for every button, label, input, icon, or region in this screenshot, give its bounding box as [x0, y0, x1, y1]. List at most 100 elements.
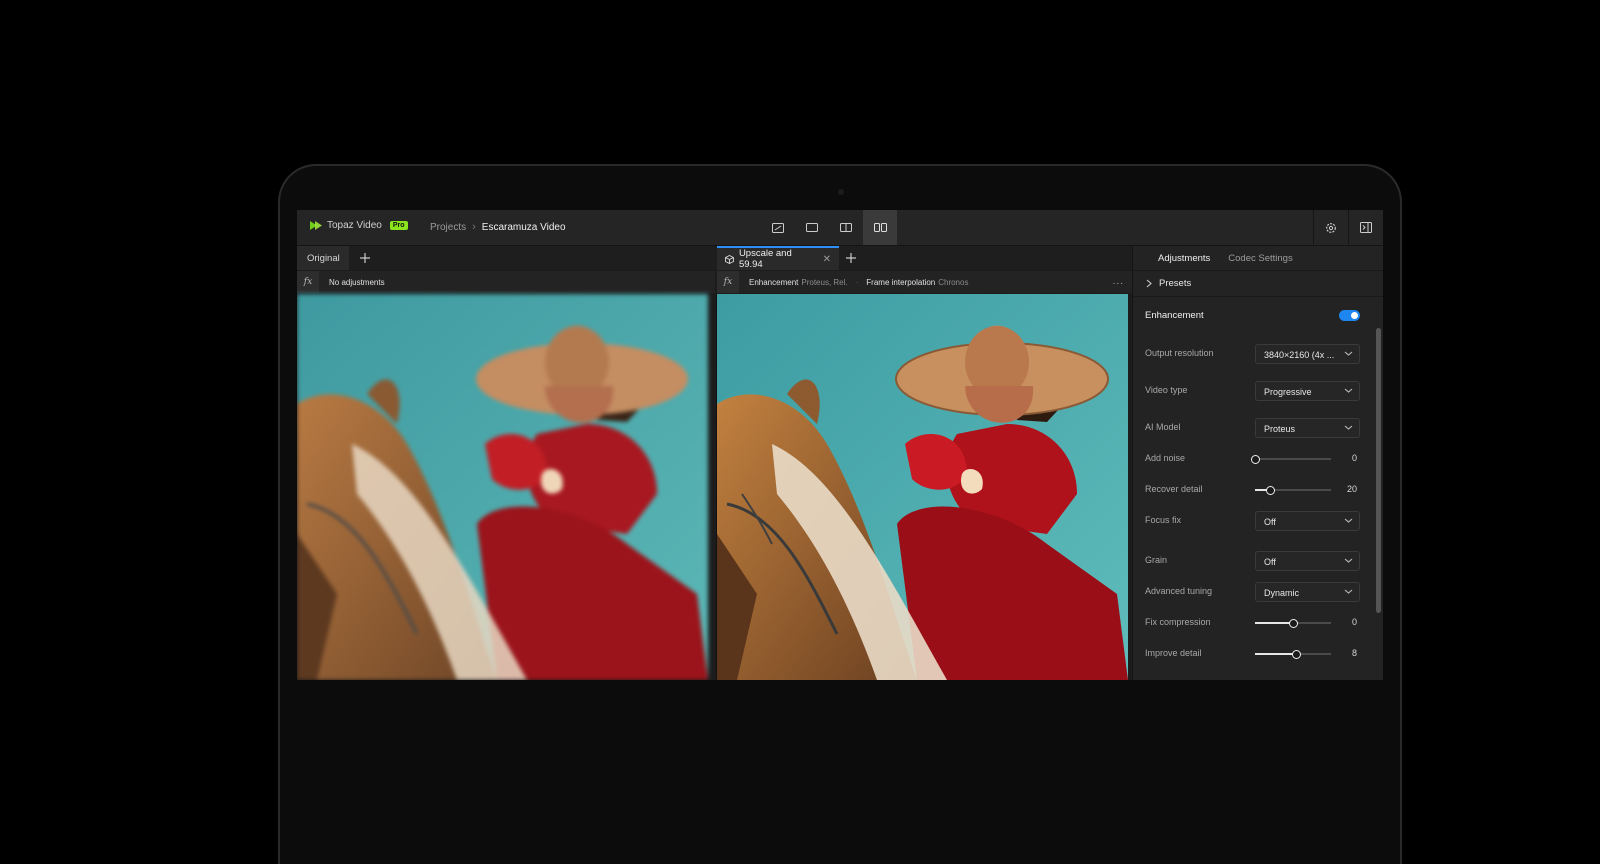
improve-detail-label: Improve detail: [1145, 648, 1202, 658]
video-type-row: Video type Progressive: [1145, 381, 1360, 401]
breadcrumb: Projects › Escaramuza Video: [430, 221, 566, 233]
grain-select[interactable]: Off: [1255, 551, 1360, 571]
add-noise-label: Add noise: [1145, 453, 1186, 463]
advanced-tuning-label: Advanced tuning: [1145, 586, 1213, 596]
app-name: Topaz Video: [327, 220, 382, 231]
enhancement-chip-value: Proteus, Rel.: [801, 277, 848, 287]
enhanced-preview[interactable]: [717, 294, 1128, 680]
add-noise-slider[interactable]: [1250, 454, 1331, 464]
output-resolution-label: Output resolution: [1145, 348, 1214, 358]
frame-interp-chip-label[interactable]: Frame interpolation: [866, 278, 935, 287]
focus-fix-label: Focus fix: [1145, 515, 1182, 525]
focus-fix-select[interactable]: Off: [1255, 511, 1360, 531]
cube-icon: [725, 254, 734, 264]
recover-detail-slider[interactable]: [1255, 485, 1331, 495]
view-mode-group: [761, 210, 897, 245]
video-type-select[interactable]: Progressive: [1255, 381, 1360, 401]
split-view-icon: [840, 223, 852, 232]
fix-compression-slider-handle[interactable]: [1288, 618, 1298, 628]
settings-button[interactable]: [1313, 210, 1348, 245]
grain-value: Off: [1264, 557, 1276, 567]
output-resolution-value: 3840×2160 (4x ...: [1264, 350, 1335, 360]
ai-model-select[interactable]: Proteus: [1255, 418, 1360, 438]
improve-detail-row: Improve detail 8: [1145, 644, 1360, 664]
improve-detail-slider[interactable]: [1255, 649, 1331, 659]
fx-icon[interactable]: fx: [297, 271, 319, 293]
advanced-tuning-select[interactable]: Dynamic: [1255, 582, 1360, 602]
chevron-down-icon: [1344, 518, 1353, 523]
chevron-down-icon: [1344, 388, 1353, 393]
grain-label: Grain: [1145, 555, 1168, 565]
view-mode-split[interactable]: [829, 210, 863, 245]
advanced-tuning-value: Dynamic: [1264, 588, 1300, 598]
presets-toggle[interactable]: Presets: [1133, 271, 1383, 297]
title-bar: Topaz Video Pro Projects › Escaramuza Vi…: [297, 210, 1383, 246]
chevron-down-icon: [1344, 589, 1353, 594]
rider-frame-original: [297, 294, 708, 680]
view-mode-crop[interactable]: [761, 210, 795, 245]
focus-fix-value: Off: [1264, 517, 1276, 527]
frame-interp-chip-value: Chronos: [938, 277, 969, 287]
advanced-tuning-row: Advanced tuning Dynamic: [1145, 582, 1360, 602]
right-adjustments-bar: fx Enhancement Proteus, Rel. · Frame int…: [717, 271, 1132, 293]
tab-upscale-label: Upscale and 59.94: [738, 248, 792, 270]
fix-compression-label: Fix compression: [1145, 617, 1211, 627]
view-mode-side-by-side[interactable]: [863, 210, 897, 245]
side-by-side-view-icon: [873, 223, 887, 232]
tab-codec-settings[interactable]: Codec Settings: [1228, 253, 1292, 264]
tab-adjustments[interactable]: Adjustments: [1158, 253, 1210, 264]
improve-detail-slider-handle[interactable]: [1291, 649, 1301, 659]
title-bar-actions: [1313, 210, 1383, 245]
toggle-knob: [1351, 312, 1358, 319]
tab-original[interactable]: Original: [297, 246, 349, 270]
fx-icon[interactable]: fx: [717, 271, 739, 293]
chevron-down-icon: [1344, 425, 1353, 430]
enhancement-chip-label[interactable]: Enhancement: [749, 278, 798, 287]
add-right-tab-button[interactable]: [840, 246, 862, 270]
view-mode-single[interactable]: [795, 210, 829, 245]
panel-scrollbar[interactable]: [1376, 328, 1381, 613]
recover-detail-slider-handle[interactable]: [1265, 485, 1275, 495]
toggle-panel-button[interactable]: [1348, 210, 1383, 245]
breadcrumb-project-name[interactable]: Escaramuza Video: [482, 222, 566, 233]
recover-detail-label: Recover detail: [1145, 484, 1203, 494]
focus-fix-row: Focus fix Off: [1145, 511, 1360, 531]
rider-frame-enhanced: [717, 294, 1128, 680]
presets-label: Presets: [1159, 278, 1192, 289]
close-tab-button[interactable]: ✕: [823, 254, 831, 265]
enhancement-toggle[interactable]: [1339, 310, 1360, 321]
recover-detail-value: 20: [1346, 484, 1357, 494]
more-options-button[interactable]: ...: [1113, 276, 1124, 287]
ai-model-label: AI Model: [1145, 422, 1181, 432]
fix-compression-slider-fill: [1255, 622, 1293, 624]
app-logo: Topaz Video Pro: [309, 220, 408, 231]
chevron-right-icon: [1146, 279, 1152, 288]
topaz-logo-icon: [310, 221, 322, 230]
output-resolution-select[interactable]: 3840×2160 (4x ...: [1255, 344, 1360, 364]
improve-detail-slider-fill: [1255, 653, 1297, 655]
recover-detail-row: Recover detail 20: [1145, 480, 1360, 500]
add-noise-slider-handle[interactable]: [1250, 454, 1260, 464]
adjustments-panel: Adjustments Codec Settings Presets Enhan…: [1132, 246, 1383, 680]
gear-icon: [1326, 222, 1336, 233]
video-type-label: Video type: [1145, 385, 1188, 395]
preview-tab-strip: Original Upscale and 59.94 ✕: [297, 246, 1132, 270]
ai-model-row: AI Model Proteus: [1145, 418, 1360, 438]
single-view-icon: [806, 223, 818, 232]
add-left-tab-button[interactable]: [354, 246, 376, 270]
original-preview[interactable]: [297, 294, 708, 680]
separator-dot: ·: [855, 277, 859, 287]
plus-icon: [360, 253, 370, 263]
fix-compression-row: Fix compression 0: [1145, 613, 1360, 633]
video-type-value: Progressive: [1264, 387, 1312, 397]
ai-model-value: Proteus: [1264, 424, 1296, 434]
pro-badge: Pro: [389, 221, 408, 230]
panel-toggle-icon: [1360, 222, 1372, 233]
chevron-right-icon: ›: [472, 221, 476, 233]
left-adjustments-bar: fx No adjustments: [297, 271, 715, 293]
panel-tabs: Adjustments Codec Settings: [1133, 246, 1383, 271]
tab-upscale[interactable]: Upscale and 59.94 ✕: [717, 246, 839, 270]
fix-compression-slider[interactable]: [1255, 618, 1331, 628]
grain-row: Grain Off: [1145, 551, 1360, 571]
breadcrumb-projects[interactable]: Projects: [430, 222, 466, 233]
